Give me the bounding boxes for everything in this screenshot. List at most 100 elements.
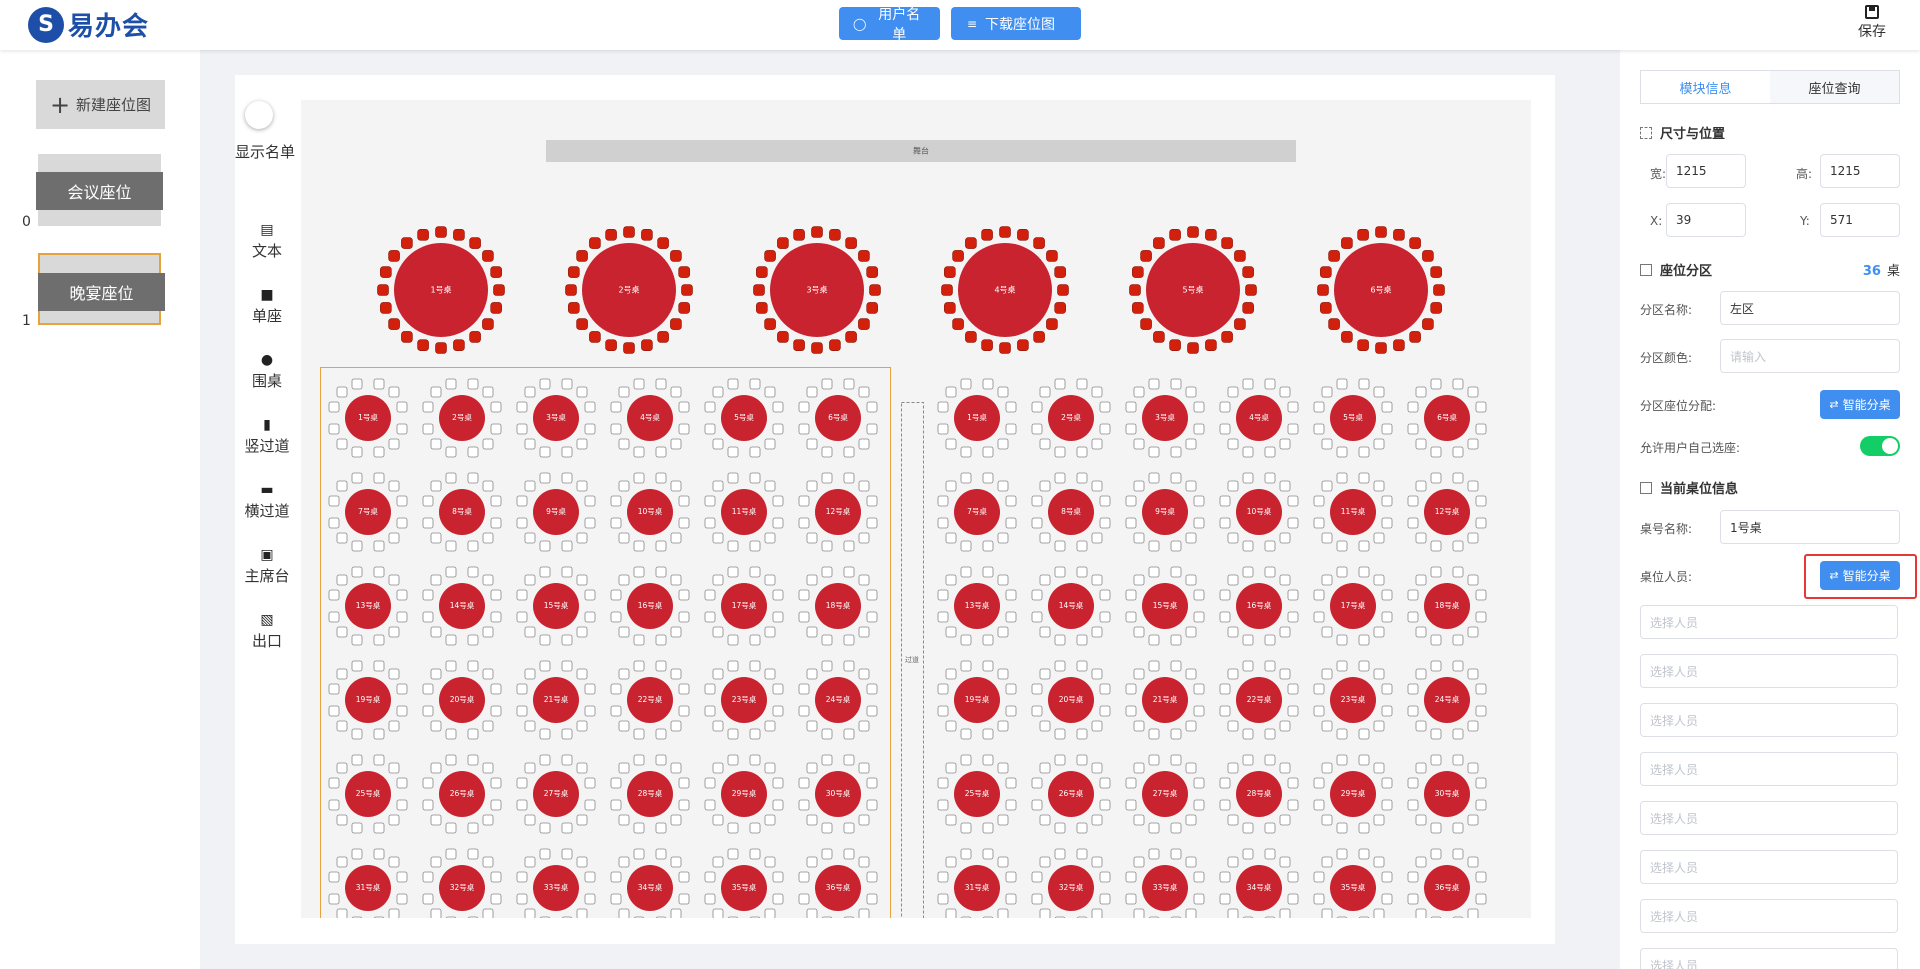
seat[interactable] (1054, 822, 1066, 834)
seat[interactable] (1219, 517, 1231, 529)
seat[interactable] (1148, 446, 1160, 458)
seat[interactable] (749, 754, 761, 766)
seat[interactable] (623, 342, 635, 354)
seat[interactable] (945, 856, 957, 868)
seat[interactable] (388, 250, 400, 262)
seat[interactable] (858, 318, 870, 330)
seat[interactable] (727, 822, 739, 834)
height-input[interactable]: 1215 (1820, 154, 1900, 188)
seat[interactable] (584, 871, 596, 883)
seat[interactable] (772, 495, 784, 507)
plan-card-banquet[interactable]: 晚宴座位 (38, 253, 165, 325)
seat[interactable] (490, 589, 502, 601)
seat[interactable] (858, 532, 870, 544)
seat[interactable] (756, 302, 768, 314)
seat[interactable] (576, 814, 588, 826)
seat[interactable] (749, 660, 761, 672)
seat[interactable] (937, 495, 949, 507)
seat[interactable] (467, 822, 479, 834)
seat[interactable] (1033, 331, 1045, 343)
seat[interactable] (1133, 386, 1145, 398)
seat[interactable] (704, 423, 716, 435)
seat[interactable] (1475, 799, 1487, 811)
seat[interactable] (1381, 871, 1393, 883)
seat[interactable] (1076, 822, 1088, 834)
seat[interactable] (388, 762, 400, 774)
seat[interactable] (561, 728, 573, 740)
seat[interactable] (482, 908, 494, 918)
seat[interactable] (328, 611, 340, 623)
seat[interactable] (1039, 762, 1051, 774)
seat[interactable] (1430, 822, 1442, 834)
seat[interactable] (1264, 728, 1276, 740)
seat[interactable] (1205, 339, 1217, 351)
seat[interactable] (1321, 814, 1333, 826)
seat[interactable] (610, 423, 622, 435)
seat[interactable] (1125, 517, 1137, 529)
seat[interactable] (866, 401, 878, 413)
seat[interactable] (704, 589, 716, 601)
seat[interactable] (516, 683, 528, 695)
seat[interactable] (633, 660, 645, 672)
seat[interactable] (1031, 495, 1043, 507)
seat[interactable] (1205, 229, 1217, 241)
seat[interactable] (712, 574, 724, 586)
seat[interactable] (633, 848, 645, 860)
seat[interactable] (655, 754, 667, 766)
seat[interactable] (396, 705, 408, 717)
seat[interactable] (524, 814, 536, 826)
seat[interactable] (584, 777, 596, 789)
seat[interactable] (467, 378, 479, 390)
seat[interactable] (618, 386, 630, 398)
seat[interactable] (1125, 871, 1137, 883)
seat[interactable] (1336, 848, 1348, 860)
seat[interactable] (960, 916, 972, 918)
seat[interactable] (1279, 720, 1291, 732)
seat[interactable] (843, 540, 855, 552)
seat[interactable] (1185, 626, 1197, 638)
tool-text[interactable]: ▤ 文本 (235, 222, 299, 261)
seat[interactable] (1219, 777, 1231, 789)
seat[interactable] (1005, 401, 1017, 413)
seat[interactable] (1099, 705, 1111, 717)
seat[interactable] (1039, 908, 1051, 918)
seat[interactable] (1227, 908, 1239, 918)
seat[interactable] (1099, 517, 1111, 529)
show-list-toggle[interactable] (245, 101, 273, 129)
seat[interactable] (1452, 378, 1464, 390)
person-select[interactable]: 选择人员 (1640, 703, 1898, 737)
seat[interactable] (561, 566, 573, 578)
seat[interactable] (373, 634, 385, 646)
seat[interactable] (1031, 871, 1043, 883)
seat[interactable] (727, 754, 739, 766)
seat[interactable] (561, 848, 573, 860)
seat[interactable] (1264, 540, 1276, 552)
seat[interactable] (937, 893, 949, 905)
seat[interactable] (843, 634, 855, 646)
seat[interactable] (1076, 378, 1088, 390)
seat[interactable] (1091, 908, 1103, 918)
seat[interactable] (1076, 916, 1088, 918)
seat[interactable] (670, 386, 682, 398)
seat[interactable] (1125, 611, 1137, 623)
seat[interactable] (1407, 799, 1419, 811)
seat[interactable] (655, 472, 667, 484)
seat[interactable] (1133, 720, 1145, 732)
seat[interactable] (1475, 705, 1487, 717)
seat[interactable] (712, 908, 724, 918)
seat[interactable] (952, 250, 964, 262)
seat[interactable] (1422, 318, 1434, 330)
seat[interactable] (772, 517, 784, 529)
seat[interactable] (997, 438, 1009, 450)
seat[interactable] (764, 532, 776, 544)
seat[interactable] (1336, 660, 1348, 672)
seat[interactable] (845, 237, 857, 249)
seat[interactable] (516, 611, 528, 623)
seat[interactable] (1313, 893, 1325, 905)
seat[interactable] (351, 540, 363, 552)
seat[interactable] (1358, 566, 1370, 578)
seat[interactable] (670, 720, 682, 732)
seat[interactable] (1185, 438, 1197, 450)
seat[interactable] (1415, 908, 1427, 918)
seat[interactable] (539, 472, 551, 484)
